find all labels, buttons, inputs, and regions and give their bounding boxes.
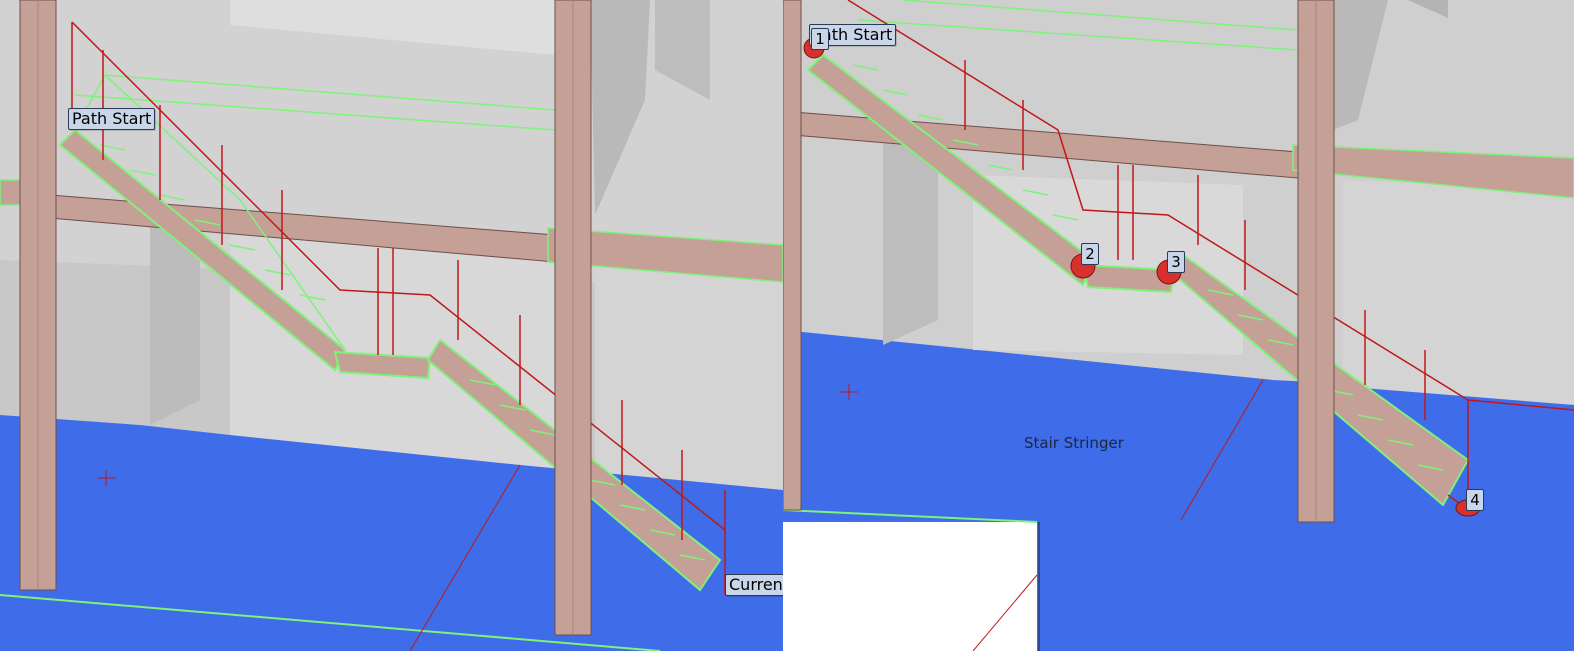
- left-scene: [0, 0, 783, 651]
- route-point-number-4: 4: [1466, 489, 1484, 511]
- left-3d-viewport[interactable]: Path Start Current Route Point: [0, 0, 783, 651]
- current-route-point-label: Current Route Point: [725, 574, 783, 596]
- path-start-label: Path Start: [68, 108, 156, 130]
- pillar-wall: [150, 225, 200, 425]
- lower-wall-right: [595, 265, 783, 490]
- steel-column-left: [783, 0, 802, 511]
- right-scene: [783, 0, 1574, 651]
- viewport-gap: [783, 522, 1037, 651]
- stair-stringer-label: Stair Stringer: [1024, 434, 1124, 452]
- right-3d-viewport[interactable]: Path Start 1 2 3 4 Stair Stringer: [783, 0, 1574, 651]
- lower-wall-right: [1343, 180, 1574, 405]
- route-point-number-2: 2: [1081, 243, 1099, 265]
- route-point-number-3: 3: [1167, 251, 1185, 273]
- pillar-wall: [883, 135, 938, 345]
- route-point-number-1: 1: [811, 28, 829, 50]
